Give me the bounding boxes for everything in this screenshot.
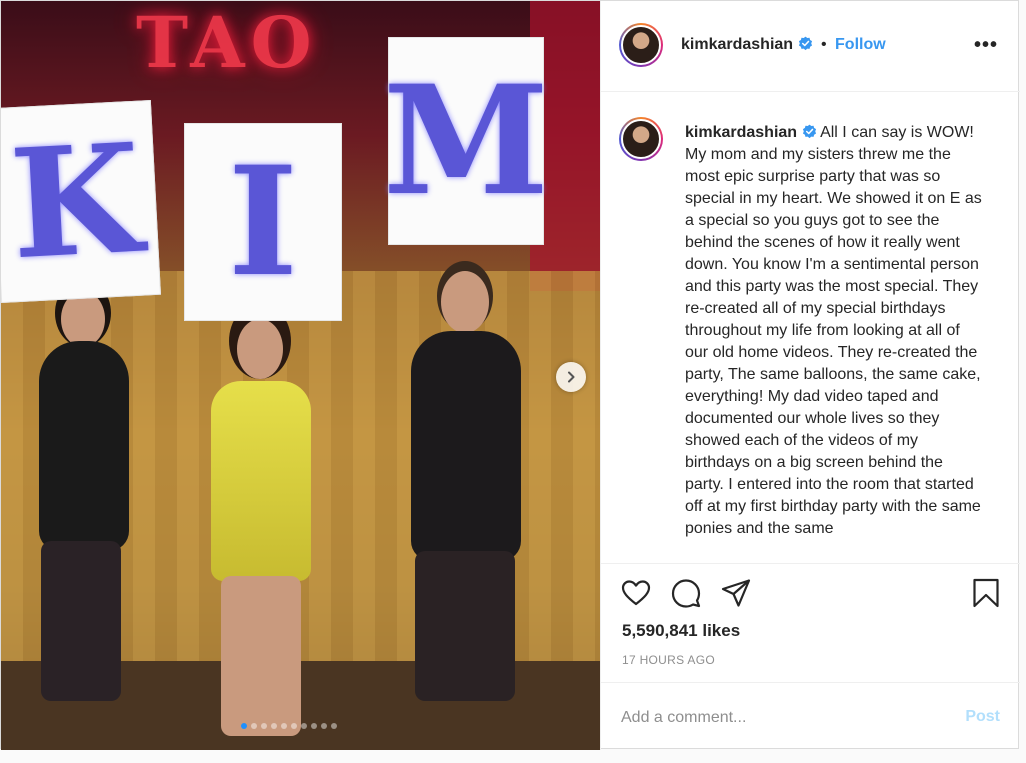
comment-input[interactable] [621,703,941,733]
header-separator: • [820,36,827,53]
comment-icon [671,579,701,608]
post-actions: 5,590,841 likes 17 HOURS AGO Post [601,563,1020,750]
person-middle [201,319,331,741]
letter-sign-i: I [184,123,342,321]
letter-sign-k: K [1,99,161,304]
more-options-icon[interactable]: ••• [974,35,998,55]
follow-button[interactable]: Follow [835,36,886,53]
caption-username[interactable]: kimkardashian [685,124,797,141]
carousel-dot[interactable] [251,723,257,729]
caption: kimkardashian All I can say is WOW! My m… [685,122,985,540]
avatar[interactable] [619,23,663,67]
carousel-dot[interactable] [271,723,277,729]
like-button[interactable] [621,578,651,608]
avatar[interactable] [619,117,663,161]
caption-text: All I can say is WOW! My mom and my sist… [685,124,982,537]
carousel-dot[interactable] [241,723,247,729]
post-card: TAO K I M kimkardashian • Follow ••• kim… [0,0,1020,750]
carousel-indicator [241,723,337,729]
post-header: kimkardashian • Follow ••• [601,1,1020,92]
bookmark-icon [973,578,999,608]
header-username[interactable]: kimkardashian [681,36,793,53]
verified-icon [802,124,816,139]
carousel-dot[interactable] [291,723,297,729]
carousel-dot[interactable] [301,723,307,729]
post-side-panel: kimkardashian • Follow ••• kimkardashian… [600,1,1020,750]
carousel-dot[interactable] [281,723,287,729]
like-count[interactable]: 5,590,841 likes [622,621,740,641]
carousel-dot[interactable] [321,723,327,729]
carousel-dot[interactable] [331,723,337,729]
person-right [401,271,531,711]
carousel-dot[interactable] [311,723,317,729]
person-left [21,291,151,721]
chevron-right-icon [568,371,575,383]
letter-sign-m: M [383,37,549,245]
post-comment-button[interactable]: Post [965,708,1000,726]
verified-icon [798,36,812,51]
heart-icon [621,580,651,606]
share-button[interactable] [721,578,751,608]
carousel-next-button[interactable] [556,362,586,392]
caption-area: kimkardashian All I can say is WOW! My m… [601,93,1020,563]
carousel-dot[interactable] [261,723,267,729]
post-timestamp[interactable]: 17 HOURS AGO [622,653,715,667]
neon-sign: TAO [136,1,318,84]
post-photo[interactable]: TAO K I M [1,1,600,750]
save-button[interactable] [971,578,1001,608]
comment-button[interactable] [671,578,701,608]
share-icon [721,579,751,607]
comment-form: Post [601,682,1020,751]
